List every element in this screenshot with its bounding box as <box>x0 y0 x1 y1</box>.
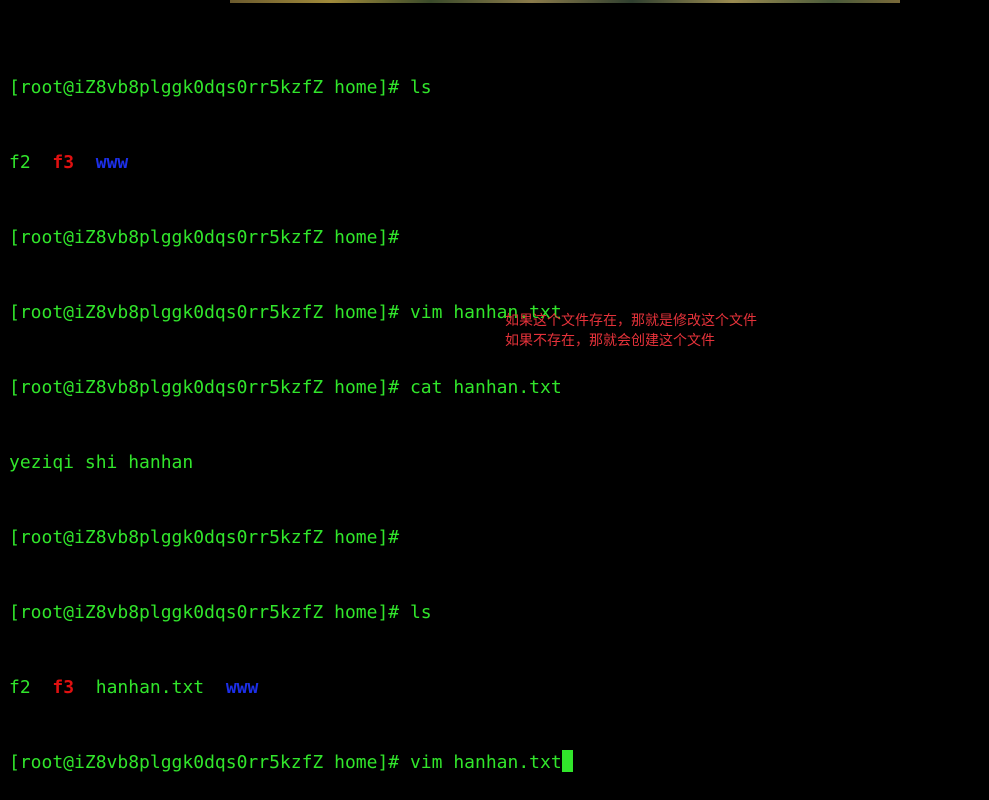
ls-item-executable: f3 <box>52 677 75 698</box>
shell-prompt: [root@iZ8vb8plggk0dqs0rr5kzfZ home]# <box>9 227 400 248</box>
terminal-line: [root@iZ8vb8plggk0dqs0rr5kzfZ home]# vim… <box>9 750 573 775</box>
terminal-line: f2 f3 www <box>9 150 573 175</box>
shell-prompt: [root@iZ8vb8plggk0dqs0rr5kzfZ home]# <box>9 602 410 623</box>
terminal-cursor <box>561 750 573 772</box>
terminal-line: [root@iZ8vb8plggk0dqs0rr5kzfZ home]# vim… <box>9 300 573 325</box>
terminal-output[interactable]: [root@iZ8vb8plggk0dqs0rr5kzfZ home]# ls … <box>9 25 573 800</box>
terminal-line: [root@iZ8vb8plggk0dqs0rr5kzfZ home]# cat… <box>9 375 573 400</box>
command-output: yeziqi shi hanhan <box>9 452 194 473</box>
terminal-line: [root@iZ8vb8plggk0dqs0rr5kzfZ home]# <box>9 525 573 550</box>
ls-item-directory: www <box>95 152 129 173</box>
annotation-note: 如果这个文件存在，那就是修改这个文件 如果不存在，那就会创建这个文件 <box>505 311 757 351</box>
ls-item-file: hanhan.txt <box>95 677 205 698</box>
terminal-line: [root@iZ8vb8plggk0dqs0rr5kzfZ home]# ls <box>9 75 573 100</box>
terminal-line: yeziqi shi hanhan <box>9 450 573 475</box>
shell-prompt: [root@iZ8vb8plggk0dqs0rr5kzfZ home]# <box>9 77 410 98</box>
shell-prompt: [root@iZ8vb8plggk0dqs0rr5kzfZ home]# <box>9 752 410 773</box>
background-window-strip <box>230 0 900 3</box>
shell-prompt: [root@iZ8vb8plggk0dqs0rr5kzfZ home]# <box>9 377 410 398</box>
ls-item-directory: www <box>225 677 259 698</box>
terminal-line: f2 f3 hanhan.txt www <box>9 675 573 700</box>
ls-item-file: f2 <box>9 677 31 698</box>
shell-prompt: [root@iZ8vb8plggk0dqs0rr5kzfZ home]# <box>9 302 410 323</box>
shell-prompt: [root@iZ8vb8plggk0dqs0rr5kzfZ home]# <box>9 527 400 548</box>
terminal-line: [root@iZ8vb8plggk0dqs0rr5kzfZ home]# ls <box>9 600 573 625</box>
shell-command: vim hanhan.txt <box>409 752 562 773</box>
ls-item-executable: f3 <box>52 152 75 173</box>
annotation-line: 如果不存在，那就会创建这个文件 <box>505 333 715 349</box>
terminal-line: [root@iZ8vb8plggk0dqs0rr5kzfZ home]# <box>9 225 573 250</box>
shell-command: cat hanhan.txt <box>409 377 562 398</box>
ls-item-file: f2 <box>9 152 31 173</box>
shell-command: ls <box>409 602 432 623</box>
annotation-line: 如果这个文件存在，那就是修改这个文件 <box>505 313 757 329</box>
shell-command: ls <box>409 77 432 98</box>
